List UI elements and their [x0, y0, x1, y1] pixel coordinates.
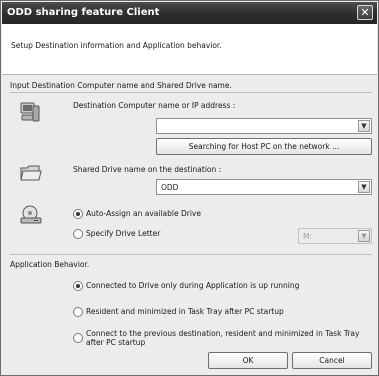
computer-name-label: Destination Computer name or IP address …	[73, 101, 236, 110]
ok-button[interactable]: OK	[208, 352, 288, 369]
drive-letter-value: M:	[303, 232, 312, 241]
radio-button[interactable]	[73, 333, 83, 343]
section-divider	[10, 92, 372, 93]
section-divider	[10, 254, 372, 255]
computer-icon	[20, 102, 40, 122]
auto-assign-label: Auto-Assign an available Drive	[86, 209, 201, 218]
radio-button[interactable]	[73, 281, 83, 291]
chevron-down-icon[interactable]: ▼	[358, 181, 370, 193]
radio-button[interactable]	[73, 229, 83, 239]
radio-button[interactable]	[73, 209, 83, 219]
shared-drive-label: Shared Drive name on the destination :	[73, 165, 222, 174]
header-description: Setup Destination information and Applic…	[11, 41, 222, 50]
behavior-option-label: Resident and minimized in Task Tray afte…	[86, 307, 284, 316]
chevron-down-icon[interactable]: ▼	[358, 120, 370, 132]
close-button[interactable]: ✕	[357, 5, 373, 20]
destination-section-label: Input Destination Computer name and Shar…	[10, 81, 232, 90]
specify-drive-letter-label: Specify Drive Letter	[86, 229, 161, 238]
radio-button[interactable]	[73, 307, 83, 317]
search-host-button[interactable]: Searching for Host PC on the network ...	[156, 138, 372, 155]
behavior-option-label: Connect to the previous destination, res…	[86, 329, 360, 347]
shared-drive-combobox[interactable]: ODD ▼	[156, 179, 372, 195]
drive-letter-combobox[interactable]: M: ▼	[298, 228, 372, 244]
cancel-button[interactable]: Cancel	[292, 352, 372, 369]
behavior-section-label: Application Behavior.	[10, 260, 90, 269]
dialog-header: Setup Destination information and Applic…	[2, 24, 377, 75]
behavior-option-label: Connected to Drive only during Applicati…	[86, 281, 300, 290]
window-title: ODD sharing feature Client	[7, 7, 160, 18]
optical-drive-icon	[20, 205, 42, 224]
computer-name-combobox[interactable]: ▼	[156, 118, 372, 134]
chevron-down-icon[interactable]: ▼	[358, 230, 370, 242]
dialog-window: ODD sharing feature Client ✕ Setup Desti…	[0, 0, 379, 376]
shared-drive-value: ODD	[161, 183, 179, 192]
title-bar[interactable]: ODD sharing feature Client ✕	[2, 2, 377, 24]
close-icon: ✕	[360, 6, 370, 19]
shared-folder-icon	[20, 165, 42, 181]
